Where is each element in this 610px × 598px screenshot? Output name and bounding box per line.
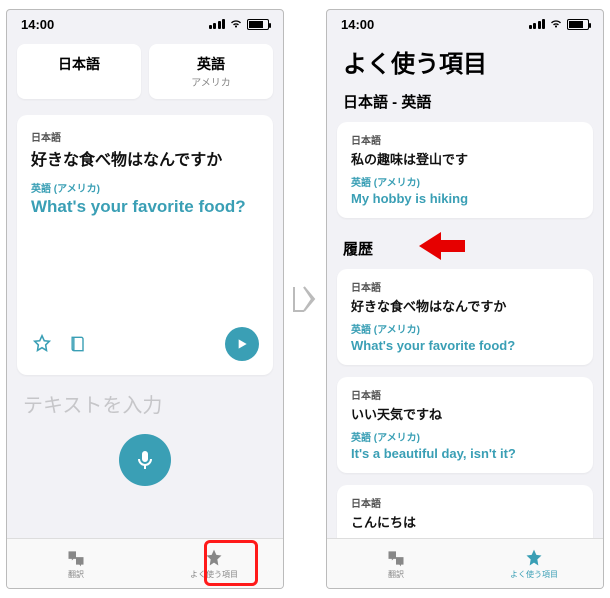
status-time: 14:00	[21, 17, 54, 32]
hist-src-text: こんにちは	[351, 512, 579, 531]
signal-icon	[209, 19, 226, 29]
tab-favorites[interactable]: よく使う項目	[145, 539, 283, 588]
hist-src-label: 日本語	[351, 387, 579, 402]
hist-src-label: 日本語	[351, 495, 579, 510]
tab-translate-label: 翻訳	[388, 569, 404, 580]
hist-trg-label: 英語 (アメリカ)	[351, 429, 579, 444]
fav-src-label: 日本語	[351, 132, 579, 147]
tab-translate[interactable]: 翻訳	[7, 539, 145, 588]
fav-trg-text: My hobby is hiking	[351, 191, 579, 206]
status-bar: 14:00	[7, 10, 283, 34]
history-item[interactable]: 日本語 こんにちは	[337, 485, 593, 538]
wifi-icon	[549, 17, 563, 31]
transition-arrow-icon	[290, 279, 320, 319]
status-indicators	[529, 17, 590, 31]
annotation-arrow-icon	[419, 228, 465, 264]
source-language-button[interactable]: 日本語	[17, 44, 141, 99]
hist-trg-text: It's a beautiful day, isn't it?	[351, 446, 579, 461]
battery-icon	[247, 19, 269, 30]
tab-favorites-label: よく使う項目	[510, 569, 558, 580]
hist-src-text: いい天気ですね	[351, 404, 579, 423]
history-item[interactable]: 日本語 いい天気ですね 英語 (アメリカ) It's a beautiful d…	[337, 377, 593, 473]
target-lang-tag: 英語 (アメリカ)	[31, 180, 259, 195]
hist-trg-text: What's your favorite food?	[351, 338, 579, 353]
language-pair-header: 日本語 - 英語	[327, 85, 603, 116]
tab-favorites[interactable]: よく使う項目	[465, 539, 603, 588]
source-lang-tag: 日本語	[31, 129, 259, 144]
phone-left: 14:00 日本語 英語 アメリカ 日本語 好きな食べ物はなんですか 英語 (ア…	[6, 9, 284, 589]
target-language-sublabel: アメリカ	[153, 74, 269, 89]
status-indicators	[209, 17, 270, 31]
language-selector-row: 日本語 英語 アメリカ	[7, 34, 283, 109]
hist-src-text: 好きな食べ物はなんですか	[351, 296, 579, 315]
signal-icon	[529, 19, 546, 29]
play-button[interactable]	[225, 327, 259, 361]
source-language-label: 日本語	[21, 54, 137, 74]
book-icon[interactable]	[67, 333, 89, 355]
fav-trg-label: 英語 (アメリカ)	[351, 174, 579, 189]
tab-translate-label: 翻訳	[68, 569, 84, 580]
tab-bar: 翻訳 よく使う項目	[7, 538, 283, 588]
phone-right: 14:00 よく使う項目 日本語 - 英語 日本語 私の趣味は登山です 英語 (…	[326, 9, 604, 589]
target-language-label: 英語	[153, 54, 269, 74]
tab-translate[interactable]: 翻訳	[327, 539, 465, 588]
target-language-button[interactable]: 英語 アメリカ	[149, 44, 273, 99]
hist-trg-label: 英語 (アメリカ)	[351, 321, 579, 336]
wifi-icon	[229, 17, 243, 31]
history-item[interactable]: 日本語 好きな食べ物はなんですか 英語 (アメリカ) What's your f…	[337, 269, 593, 365]
page-title: よく使う項目	[327, 34, 603, 85]
fav-src-text: 私の趣味は登山です	[351, 149, 579, 168]
mic-button[interactable]	[119, 434, 171, 486]
source-text: 好きな食べ物はなんですか	[31, 146, 259, 170]
text-input[interactable]: テキストを入力	[7, 381, 283, 418]
favorite-card[interactable]: 日本語 私の趣味は登山です 英語 (アメリカ) My hobby is hiki…	[337, 122, 593, 218]
star-icon[interactable]	[31, 333, 53, 355]
history-header: 履歴	[327, 224, 603, 263]
tab-favorites-label: よく使う項目	[190, 569, 238, 580]
status-bar: 14:00	[327, 10, 603, 34]
target-text: What's your favorite food?	[31, 197, 259, 217]
status-time: 14:00	[341, 17, 374, 32]
translation-card: 日本語 好きな食べ物はなんですか 英語 (アメリカ) What's your f…	[17, 115, 273, 375]
tab-bar: 翻訳 よく使う項目	[327, 538, 603, 588]
battery-icon	[567, 19, 589, 30]
hist-src-label: 日本語	[351, 279, 579, 294]
